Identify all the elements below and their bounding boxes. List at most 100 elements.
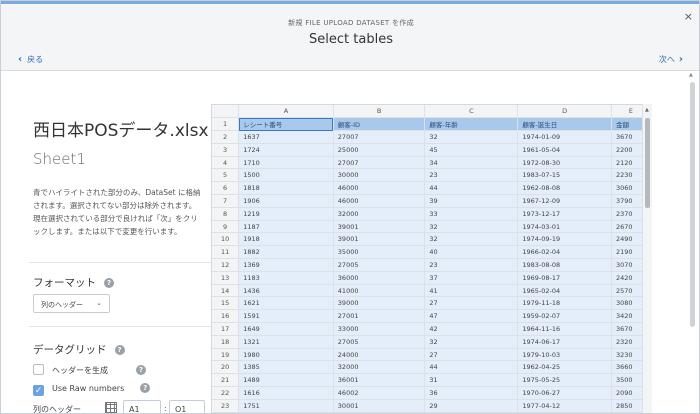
range-start-input[interactable]: A1 xyxy=(123,400,161,413)
header-cell[interactable]: レシート番号 xyxy=(238,117,334,132)
column-header-a[interactable]: A xyxy=(238,105,334,119)
generate-header-option[interactable]: ヘッダーを生成? xyxy=(33,364,146,376)
table-cell[interactable]: 1974-01-09 xyxy=(517,130,612,144)
table-cell[interactable]: 27005 xyxy=(333,258,426,272)
table-cell[interactable]: 1818 xyxy=(238,181,334,196)
table-cell[interactable]: 41 xyxy=(424,284,519,298)
table-cell[interactable]: 1979-10-03 xyxy=(517,348,612,362)
row-number[interactable]: 3 xyxy=(212,143,240,157)
table-cell[interactable]: 27 xyxy=(424,348,519,362)
table-cell[interactable]: 34 xyxy=(424,156,519,170)
header-cell[interactable]: 顧客-年齢 xyxy=(424,117,519,132)
table-cell[interactable]: 36000 xyxy=(333,271,426,285)
table-cell[interactable]: 1974-09-19 xyxy=(517,232,612,247)
grid-vertical-scrollbar[interactable]: ▲ xyxy=(642,104,652,413)
scrollbar-thumb[interactable] xyxy=(690,82,695,327)
help-icon[interactable]: ? xyxy=(104,278,114,288)
grid-range-icon[interactable] xyxy=(105,402,117,413)
table-cell[interactable]: 1974-03-01 xyxy=(517,220,612,234)
scroll-up-icon[interactable]: ▲ xyxy=(689,72,693,78)
table-cell[interactable]: 41000 xyxy=(333,284,426,298)
table-cell[interactable]: 1187 xyxy=(238,220,334,234)
table-cell[interactable]: 24000 xyxy=(333,348,426,362)
table-cell[interactable]: 1616 xyxy=(238,386,334,400)
table-cell[interactable]: 27001 xyxy=(333,309,426,324)
format-select[interactable]: 列のヘッダー ⌄ xyxy=(33,294,110,313)
scroll-up-icon[interactable]: ▲ xyxy=(645,107,649,113)
table-cell[interactable]: 33000 xyxy=(333,322,426,336)
table-cell[interactable]: 1500 xyxy=(238,168,334,183)
table-cell[interactable]: 44 xyxy=(424,360,519,375)
table-cell[interactable]: 1959-02-07 xyxy=(517,309,612,324)
row-number[interactable]: 15 xyxy=(212,296,240,311)
table-cell[interactable]: 42 xyxy=(424,322,519,336)
table-cell[interactable]: 1975-05-25 xyxy=(517,373,612,388)
table-cell[interactable]: 1751 xyxy=(238,399,334,413)
table-cell[interactable]: 39000 xyxy=(333,296,426,311)
row-number[interactable]: 20 xyxy=(212,360,240,375)
table-cell[interactable]: 1965-02-04 xyxy=(517,284,612,298)
table-cell[interactable]: 30001 xyxy=(333,399,426,413)
row-number[interactable]: 8 xyxy=(212,207,240,221)
table-cell[interactable]: 1970-06-27 xyxy=(517,386,612,400)
table-cell[interactable]: 23 xyxy=(424,258,519,272)
row-number[interactable]: 19 xyxy=(212,348,240,362)
row-number[interactable]: 6 xyxy=(212,181,240,196)
table-cell[interactable]: 32000 xyxy=(333,207,426,221)
table-cell[interactable]: 32 xyxy=(424,232,519,247)
table-cell[interactable]: 1961-05-04 xyxy=(517,143,612,157)
table-cell[interactable]: 1489 xyxy=(238,373,334,388)
table-cell[interactable]: 1974-06-17 xyxy=(517,335,612,349)
table-cell[interactable]: 1918 xyxy=(238,232,334,247)
table-cell[interactable]: 32000 xyxy=(333,360,426,375)
table-cell[interactable]: 36001 xyxy=(333,373,426,388)
table-cell[interactable]: 46000 xyxy=(333,194,426,208)
table-cell[interactable]: 1219 xyxy=(238,207,334,221)
table-cell[interactable]: 1966-02-04 xyxy=(517,245,612,260)
table-cell[interactable]: 1369 xyxy=(238,258,334,272)
table-cell[interactable]: 1962-04-25 xyxy=(517,360,612,375)
table-cell[interactable]: 1962-08-08 xyxy=(517,181,612,196)
row-number[interactable]: 5 xyxy=(212,168,240,183)
table-cell[interactable]: 1979-11-18 xyxy=(517,296,612,311)
table-cell[interactable]: 46002 xyxy=(333,386,426,400)
row-number[interactable]: 4 xyxy=(212,156,240,170)
table-cell[interactable]: 1724 xyxy=(238,143,334,157)
table-cell[interactable]: 39 xyxy=(424,194,519,208)
table-cell[interactable]: 27 xyxy=(424,296,519,311)
table-cell[interactable]: 31 xyxy=(424,373,519,388)
table-cell[interactable]: 40 xyxy=(424,245,519,260)
row-number[interactable]: 10 xyxy=(212,232,240,247)
table-cell[interactable]: 1621 xyxy=(238,296,334,311)
row-number[interactable]: 7 xyxy=(212,194,240,208)
row-number[interactable]: 9 xyxy=(212,220,240,234)
column-header-c[interactable]: C xyxy=(424,105,519,119)
table-cell[interactable]: 39001 xyxy=(333,220,426,234)
table-cell[interactable]: 1980 xyxy=(238,348,334,362)
table-cell[interactable]: 1972-08-30 xyxy=(517,156,612,170)
column-header-d[interactable]: D xyxy=(517,105,612,119)
table-cell[interactable]: 27007 xyxy=(333,156,426,170)
row-number[interactable]: 22 xyxy=(212,386,240,400)
row-number[interactable]: 11 xyxy=(212,245,240,260)
table-cell[interactable]: 46000 xyxy=(333,181,426,196)
table-cell[interactable]: 25000 xyxy=(333,143,426,157)
table-cell[interactable]: 30000 xyxy=(333,168,426,183)
table-cell[interactable]: 35000 xyxy=(333,245,426,260)
row-number[interactable]: 13 xyxy=(212,271,240,285)
table-cell[interactable]: 32 xyxy=(424,130,519,144)
row-number[interactable]: 16 xyxy=(212,309,240,324)
row-number[interactable]: 18 xyxy=(212,335,240,349)
column-header-b[interactable]: B xyxy=(333,105,426,119)
row-number[interactable]: 1 xyxy=(212,117,240,132)
table-cell[interactable]: 1183 xyxy=(238,271,334,285)
header-cell[interactable]: 顧客-誕生日 xyxy=(517,117,612,132)
table-cell[interactable]: 1964-11-16 xyxy=(517,322,612,336)
table-cell[interactable]: 27005 xyxy=(333,335,426,349)
table-cell[interactable]: 1710 xyxy=(238,156,334,170)
table-cell[interactable]: 1882 xyxy=(238,245,334,260)
back-button[interactable]: ‹ 戻る xyxy=(18,54,43,65)
table-cell[interactable]: 1649 xyxy=(238,322,334,336)
table-cell[interactable]: 39001 xyxy=(333,232,426,247)
page-scrollbar[interactable]: ▲ xyxy=(689,72,697,413)
